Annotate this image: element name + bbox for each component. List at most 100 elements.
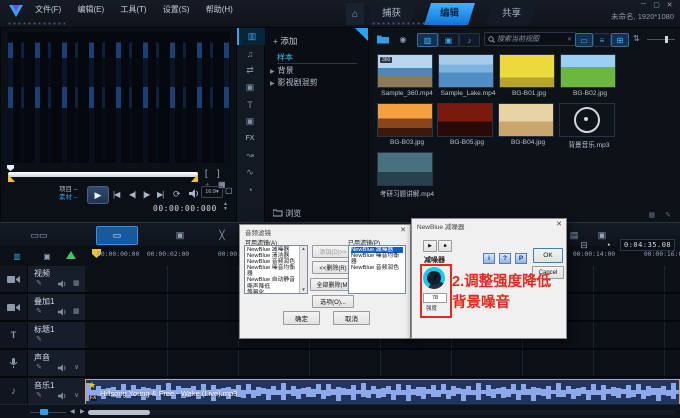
close-icon[interactable]: ✕ — [400, 226, 406, 234]
ok-button[interactable]: 确定 — [283, 311, 320, 325]
library-item[interactable]: BG-B05.jpg — [437, 103, 497, 152]
trim-start-handle[interactable] — [8, 174, 15, 182]
record-capture-icon[interactable]: ◉ — [397, 33, 409, 45]
list-item[interactable]: 等量化 — [247, 290, 299, 294]
track-expand-icon[interactable]: ∨ — [74, 391, 79, 399]
mark-in-button[interactable]: [ — [205, 168, 207, 178]
track-header-video[interactable]: 视频 ✎ ▦ — [0, 266, 85, 294]
view-thumbnail-button[interactable]: ▭ — [575, 33, 593, 47]
timeline-view-icon[interactable]: ▭ — [96, 226, 138, 245]
search-input[interactable] — [495, 35, 567, 44]
filter-options-button[interactable]: 选项(O)... — [312, 295, 354, 308]
thumb-size-slider-handle[interactable] — [665, 36, 668, 43]
preview-timecode[interactable]: 00:00:00:000 — [153, 204, 217, 213]
aspect-ratio-button[interactable]: 16:9▾ — [201, 186, 223, 198]
track-expand-icon[interactable]: ∨ — [74, 363, 79, 371]
menu-tools[interactable]: 工具(T) — [113, 3, 153, 17]
sidebar-title-icon[interactable]: T — [237, 96, 263, 113]
prev-frame-button[interactable]: ◀| — [129, 190, 135, 199]
timeline-scrollbar[interactable] — [88, 410, 676, 415]
edit-track-icon[interactable]: ✎ — [36, 307, 42, 315]
library-item[interactable]: BG-B04.jpg — [498, 103, 558, 152]
library-item[interactable]: 考研习题讲解.mp4 — [377, 152, 437, 198]
search-box[interactable]: ✕ — [484, 32, 576, 46]
project-duration[interactable]: 0:04:35.08 — [620, 239, 675, 251]
category-background[interactable]: ▶背景 — [270, 65, 294, 76]
sidebar-speed-icon[interactable]: ◔ — [237, 181, 263, 198]
duration-clock-icon[interactable]: ◔ — [602, 239, 614, 251]
sidebar-graphics-icon[interactable]: ▣ — [237, 113, 263, 130]
preview-grip[interactable] — [7, 22, 65, 25]
info-button[interactable]: i — [483, 253, 495, 264]
sidebar-transition-icon[interactable]: ⇄ — [237, 62, 263, 79]
close-button[interactable]: ✕ — [663, 1, 676, 9]
show-tracks-icon[interactable]: ▣ — [38, 250, 56, 262]
library-info-icon[interactable]: ▦ — [648, 211, 655, 219]
view-grid-button[interactable]: ⊞ — [611, 33, 629, 47]
panel-flag-icon[interactable] — [355, 28, 369, 42]
chapter-marker-icon[interactable] — [66, 251, 76, 259]
cancel-button[interactable]: 取消 — [333, 311, 370, 325]
tools-icon[interactable]: ╳ — [214, 228, 230, 242]
list-item[interactable]: NewBlue 噪音均衡器 — [247, 265, 299, 277]
library-item[interactable]: Sample_Lake.mp4 — [438, 54, 498, 97]
filter-photo-button[interactable]: ▣ — [438, 33, 459, 47]
preview-play-button[interactable]: ▶ — [423, 240, 437, 252]
search-clear-icon[interactable]: ✕ — [567, 36, 572, 43]
list-item[interactable]: NewBlue 噪音均衡器 — [351, 253, 403, 265]
track-header-music[interactable]: ♪ 音乐1 ✎ ∨ — [0, 378, 85, 406]
menu-edit[interactable]: 编辑(E) — [70, 3, 111, 17]
library-item[interactable]: BG-B02.jpg — [560, 54, 620, 97]
preview-stop-button[interactable]: ■ — [438, 240, 452, 252]
filter-video-button[interactable]: ▥ — [417, 33, 438, 47]
sidebar-overlay-icon[interactable]: ▣ — [237, 79, 263, 96]
library-item[interactable]: 背景音乐.mp3 — [559, 103, 619, 152]
add-folder-button[interactable]: + 添加 — [273, 35, 297, 47]
sidebar-path-icon[interactable]: ∿ — [237, 164, 263, 181]
list-item[interactable]: NewBlue 自动静音 — [247, 277, 299, 283]
library-item[interactable]: 360 Sample_360.mp4 — [377, 54, 437, 97]
edit-track-icon[interactable]: ✎ — [36, 279, 42, 287]
menu-file[interactable]: 文件(F) — [28, 3, 68, 17]
library-item[interactable]: BG-B01.jpg — [499, 54, 559, 97]
speaker-icon[interactable] — [189, 189, 200, 198]
menu-settings[interactable]: 设置(S) — [156, 3, 197, 17]
help-button[interactable]: ? — [499, 253, 511, 264]
close-icon[interactable]: ✕ — [556, 220, 562, 228]
play-button[interactable]: ▶ — [87, 186, 109, 204]
home-icon[interactable]: ⌂ — [346, 3, 364, 25]
copy-icon[interactable]: ▣ — [172, 228, 188, 242]
track-mute-icon[interactable] — [58, 308, 67, 316]
track-header-overlay[interactable]: 叠加1 ✎ ▦ — [0, 294, 85, 322]
scroll-right-button[interactable]: ▶ — [80, 408, 85, 415]
loop-button[interactable]: ⟳ — [173, 189, 180, 200]
list-scrollbar[interactable]: ▲▼ — [299, 246, 307, 293]
preset-button[interactable]: P — [515, 253, 527, 264]
tab-share[interactable]: 共享 — [486, 3, 537, 25]
applied-filters-list[interactable]: NewBlue 减噪器 NewBlue 噪音均衡器 NewBlue 音频润色 — [348, 245, 406, 294]
interval-icon[interactable]: ⊟ — [578, 239, 590, 251]
track-header-title[interactable]: T 标题1 ✎ — [0, 322, 85, 350]
tab-edit[interactable]: 编辑 — [424, 3, 475, 25]
track-manager-icon[interactable]: ▥ — [8, 250, 26, 262]
restore-button[interactable]: ▢ — [650, 1, 663, 9]
go-end-button[interactable]: ▶| — [157, 190, 163, 199]
mode-project-toggle[interactable]: 项目 – — [59, 186, 77, 194]
edit-track-icon[interactable]: ✎ — [36, 391, 42, 399]
thumb-size-slider[interactable] — [647, 39, 675, 40]
storyboard-view-icon[interactable]: ▭▭ — [28, 228, 50, 242]
edit-track-icon[interactable]: ✎ — [36, 335, 42, 343]
ok-button[interactable]: OK — [533, 248, 563, 263]
library-grip[interactable] — [371, 22, 429, 25]
track-header-voice[interactable]: 声音 ✎ ∨ — [0, 350, 85, 378]
menu-help[interactable]: 帮助(H) — [199, 3, 240, 17]
timeline-zoom-slider[interactable] — [30, 412, 66, 413]
track-mute-icon[interactable] — [58, 364, 67, 372]
music-clip[interactable]: ★ FX Hillsong Young & Free - Wake (Live)… — [85, 379, 680, 405]
go-start-button[interactable]: |◀ — [113, 190, 119, 199]
mode-clip-toggle[interactable]: 素材 – — [59, 194, 77, 202]
edit-track-icon[interactable]: ✎ — [36, 363, 42, 371]
track-mute-icon[interactable] — [58, 392, 67, 400]
track-lane-voice[interactable] — [85, 350, 680, 378]
scrub-bar[interactable] — [8, 172, 198, 177]
